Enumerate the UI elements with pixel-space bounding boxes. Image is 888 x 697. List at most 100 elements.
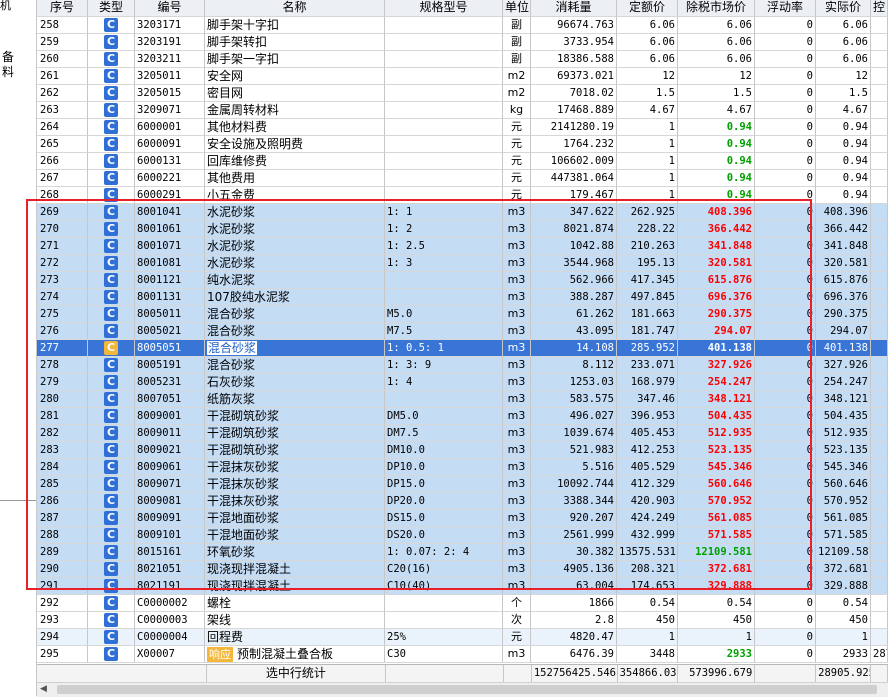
cell-market-price[interactable]: 1.5	[678, 85, 755, 102]
cell-market-price[interactable]: 6.06	[678, 34, 755, 51]
table-row[interactable]: 278 C 8005191 混合砂浆 1: 3: 9 m3 8.112 233.071 327.…	[37, 357, 888, 374]
cell-name[interactable]: 脚手架转扣	[205, 34, 385, 51]
cell-spec[interactable]: 1: 0.07: 2: 4	[385, 544, 503, 561]
cell-market-price[interactable]: 12109.581	[678, 544, 755, 561]
cell-market-price[interactable]: 512.935	[678, 425, 755, 442]
cell-spec[interactable]: DP10.0	[385, 459, 503, 476]
table-row[interactable]: 287 C 8009091 干混地面砂浆 DS15.0 m3 920.207 424.249 5…	[37, 510, 888, 527]
cell-market-price[interactable]: 320.581	[678, 255, 755, 272]
table-row[interactable]: 272 C 8001081 水泥砂浆 1: 3 m3 3544.968 195.13 320.5…	[37, 255, 888, 272]
cell-rate[interactable]: 0	[755, 323, 816, 340]
cell-rate[interactable]: 0	[755, 357, 816, 374]
table-row[interactable]: 261 C 3205011 安全网 m2 69373.021 12 12 0 12	[37, 68, 888, 85]
cell-rate[interactable]: 0	[755, 238, 816, 255]
cell-rate[interactable]: 0	[755, 646, 816, 663]
cell-name[interactable]: 脚手架一字扣	[205, 51, 385, 68]
col-header-actual[interactable]: 实际价	[816, 0, 871, 17]
cell-market-price[interactable]: 372.681	[678, 561, 755, 578]
cell-name[interactable]: 水泥砂浆	[205, 238, 385, 255]
cell-name[interactable]: 107胶纯水泥浆	[205, 289, 385, 306]
scrollbar-thumb[interactable]	[57, 685, 877, 694]
cell-spec[interactable]	[385, 391, 503, 408]
table-row[interactable]: 266 C 6000131 回库维修费元 106602.009 1 0.94 0 0.94	[37, 153, 888, 170]
cell-name[interactable]: 水泥砂浆	[205, 221, 385, 238]
cell-name[interactable]: 干混砌筑砂浆	[205, 408, 385, 425]
table-row[interactable]: 275 C 8005011 混合砂浆 M5.0 m3 61.262 181.663 290.37…	[37, 306, 888, 323]
cell-name[interactable]: 响应 预制混凝土叠合板	[205, 646, 385, 663]
cell-spec[interactable]: 1: 3	[385, 255, 503, 272]
table-row[interactable]: 294 C C0000004 回程费 25% 元 4820.47 1 1 0 1	[37, 629, 888, 646]
cell-rate[interactable]: 0	[755, 544, 816, 561]
table-row[interactable]: 263 C 3209071 金属周转材料 kg 17468.889 4.67 4.67 0 4.6…	[37, 102, 888, 119]
cell-spec[interactable]	[385, 136, 503, 153]
cell-spec[interactable]: 25%	[385, 629, 503, 646]
table-row[interactable]: 268 C 6000291 小五金费元 179.467 1 0.94 0 0.94	[37, 187, 888, 204]
cell-spec[interactable]	[385, 170, 503, 187]
cell-rate[interactable]: 0	[755, 187, 816, 204]
cell-market-price[interactable]: 290.375	[678, 306, 755, 323]
cell-rate[interactable]: 0	[755, 408, 816, 425]
cell-market-price[interactable]: 0.94	[678, 153, 755, 170]
cell-name[interactable]: 混合砂浆	[205, 357, 385, 374]
cell-spec[interactable]	[385, 51, 503, 68]
scroll-left-arrow-icon[interactable]: ◀	[40, 684, 47, 694]
cell-spec[interactable]: DS15.0	[385, 510, 503, 527]
cell-spec[interactable]	[385, 289, 503, 306]
cell-name[interactable]: 现浇现拌混凝土	[205, 561, 385, 578]
cell-name[interactable]: 纯水泥浆	[205, 272, 385, 289]
table-row[interactable]: 291 C 8021191 现浇现拌混凝土 C10(40) m3 63.004 174.653…	[37, 578, 888, 595]
cell-name[interactable]: 安全设施及照明费	[205, 136, 385, 153]
table-row[interactable]: 290 C 8021051 现浇现拌混凝土 C20(16) m3 4905.136 208.3…	[37, 561, 888, 578]
col-header-no[interactable]: 序号	[37, 0, 88, 17]
cell-market-price[interactable]: 294.07	[678, 323, 755, 340]
cell-spec[interactable]: C20(16)	[385, 561, 503, 578]
cell-market-price[interactable]: 561.085	[678, 510, 755, 527]
col-header-qty[interactable]: 消耗量	[531, 0, 617, 17]
table-row[interactable]: 274 C 8001131 107胶纯水泥浆 m3 388.287 497.845 696.3…	[37, 289, 888, 306]
cell-rate[interactable]: 0	[755, 391, 816, 408]
cell-spec[interactable]: M7.5	[385, 323, 503, 340]
cell-name[interactable]: 混合砂浆	[205, 340, 385, 357]
cell-spec[interactable]: 1: 1	[385, 204, 503, 221]
table-row[interactable]: 270 C 8001061 水泥砂浆 1: 2 m3 8021.874 228.22 366.4…	[37, 221, 888, 238]
cell-rate[interactable]: 0	[755, 493, 816, 510]
cell-spec[interactable]	[385, 187, 503, 204]
cell-rate[interactable]: 0	[755, 442, 816, 459]
table-row[interactable]: 269 C 8001041 水泥砂浆 1: 1 m3 347.622 262.925 408.3…	[37, 204, 888, 221]
cell-rate[interactable]: 0	[755, 306, 816, 323]
cell-spec[interactable]	[385, 119, 503, 136]
table-row[interactable]: 292 C C0000002 螺栓个 1866 0.54 0.54 0 0.54	[37, 595, 888, 612]
cell-rate[interactable]: 0	[755, 425, 816, 442]
cell-market-price[interactable]: 0.94	[678, 170, 755, 187]
cell-market-price[interactable]: 329.888	[678, 578, 755, 595]
cell-market-price[interactable]: 523.135	[678, 442, 755, 459]
cell-name[interactable]: 金属周转材料	[205, 102, 385, 119]
cell-name[interactable]: 其他费用	[205, 170, 385, 187]
table-row[interactable]: 267 C 6000221 其他费用元 447381.064 1 0.94 0 0.94	[37, 170, 888, 187]
cell-name[interactable]: 干混地面砂浆	[205, 510, 385, 527]
table-row[interactable]: 285 C 8009071 干混抹灰砂浆 DP15.0 m3 10092.744 412.32…	[37, 476, 888, 493]
table-row[interactable]: 259 C 3203191 脚手架转扣副 3733.954 6.06 6.06 0 6.06	[37, 34, 888, 51]
cell-spec[interactable]	[385, 612, 503, 629]
col-header-name[interactable]: 名称	[205, 0, 385, 17]
cell-rate[interactable]: 0	[755, 527, 816, 544]
table-row[interactable]: 262 C 3205015 密目网 m2 7018.02 1.5 1.5 0 1.5	[37, 85, 888, 102]
cell-name[interactable]: 安全网	[205, 68, 385, 85]
cell-name[interactable]: 干混砌筑砂浆	[205, 425, 385, 442]
cell-spec[interactable]	[385, 34, 503, 51]
cell-rate[interactable]: 0	[755, 340, 816, 357]
table-row[interactable]: 295 C X00007 响应 预制混凝土叠合板 C30 m3 6476.39 3448 2933…	[37, 646, 888, 663]
table-row[interactable]: 282 C 8009011 干混砌筑砂浆 DM7.5 m3 1039.674 405.453 5…	[37, 425, 888, 442]
cell-name[interactable]: 石灰砂浆	[205, 374, 385, 391]
cell-name[interactable]: 水泥砂浆	[205, 255, 385, 272]
col-header-type[interactable]: 类型	[88, 0, 135, 17]
cell-market-price[interactable]: 450	[678, 612, 755, 629]
cell-spec[interactable]: DM10.0	[385, 442, 503, 459]
table-row[interactable]: 288 C 8009101 干混地面砂浆 DS20.0 m3 2561.999 432.999…	[37, 527, 888, 544]
cell-name[interactable]: 回程费	[205, 629, 385, 646]
cell-spec[interactable]: 1: 0.5: 1	[385, 340, 503, 357]
cell-name[interactable]: 架线	[205, 612, 385, 629]
col-header-price[interactable]: 定额价	[617, 0, 678, 17]
cell-rate[interactable]: 0	[755, 629, 816, 646]
cell-market-price[interactable]: 4.67	[678, 102, 755, 119]
